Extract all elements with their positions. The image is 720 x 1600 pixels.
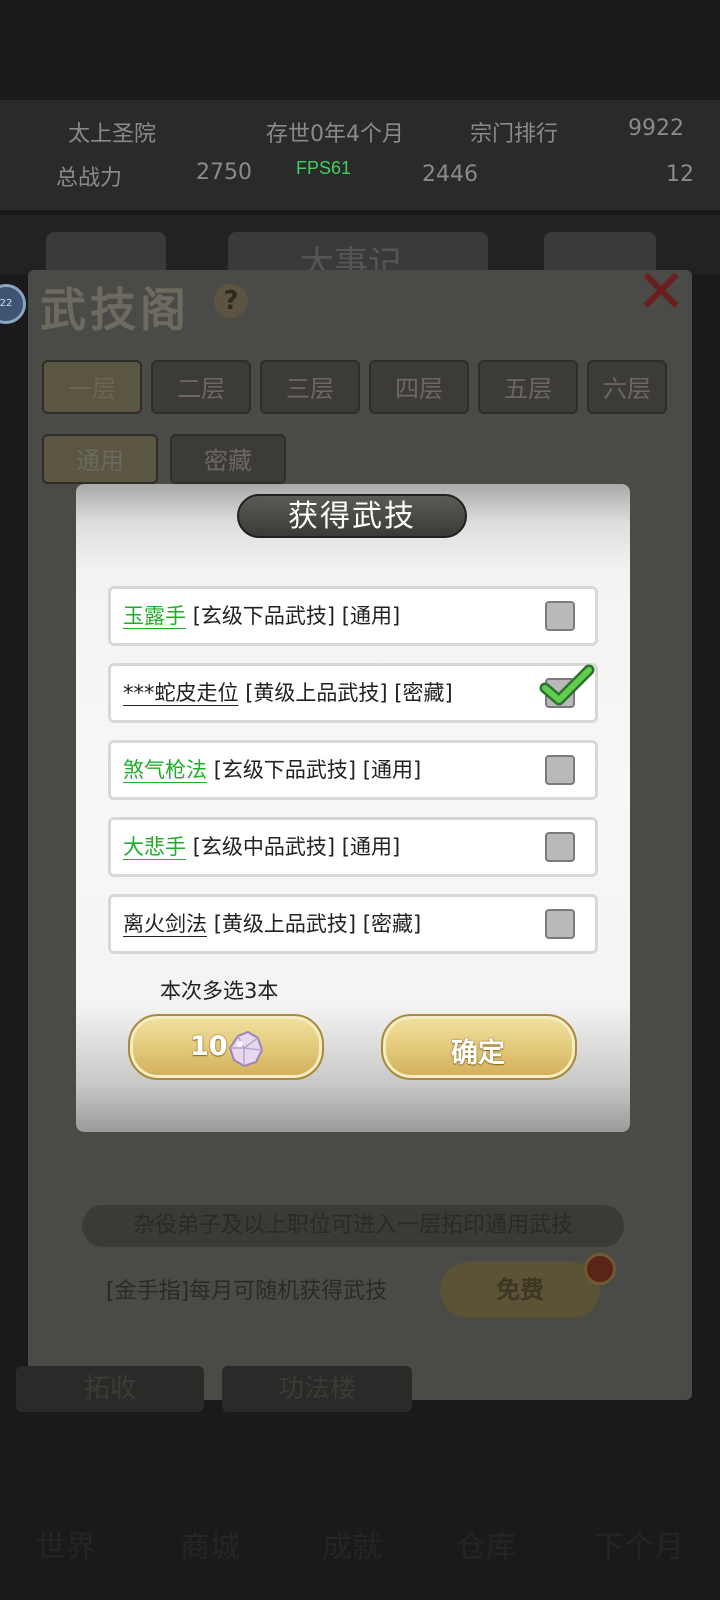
resource-value: 2446 (422, 162, 478, 187)
power-value: 2750 (196, 160, 252, 185)
spirit-stone-icon (228, 1030, 264, 1068)
nav-shop[interactable]: 商城 (180, 1522, 240, 1566)
technique-name: ***蛇皮走位 (123, 681, 239, 705)
sect-rank-label[interactable]: 宗门排行 (470, 116, 558, 148)
dialog-title: 获得武技 (237, 494, 467, 538)
technique-name: 离火剑法 (123, 912, 207, 936)
tab-floor-6[interactable]: 六层 (587, 360, 667, 414)
sect-name: 太上圣院 (68, 122, 157, 147)
technique-detail: [黄级上品武技] [密藏] (245, 681, 453, 705)
checkbox[interactable] (545, 909, 575, 939)
tab-general[interactable]: 通用 (42, 434, 158, 484)
tab-floor-3[interactable]: 三层 (260, 360, 360, 414)
fps-counter: FPS61 (296, 158, 352, 178)
cost-value: 10 (190, 1031, 228, 1062)
technique-row[interactable]: 大悲手 [玄级中品武技] [通用] (108, 817, 598, 877)
nav-warehouse[interactable]: 仓库 (456, 1522, 516, 1566)
nav-next-month[interactable]: 下个月 (594, 1522, 684, 1566)
technique-row[interactable]: ***蛇皮走位 [黄级上品武技] [密藏] (108, 663, 598, 723)
technique-name: 煞气枪法 (123, 758, 207, 782)
free-button[interactable]: 免费 (440, 1262, 600, 1318)
close-icon[interactable]: ✕ (636, 262, 686, 322)
access-hint: 杂役弟子及以上职位可进入一层拓印通用武技 (82, 1205, 624, 1247)
tab-floor-1[interactable]: 一层 (42, 360, 142, 414)
checkbox[interactable] (545, 755, 575, 785)
technique-row[interactable]: 离火剑法 [黄级上品武技] [密藏] (108, 894, 598, 954)
technique-tower-button[interactable]: 功法楼 (222, 1366, 412, 1412)
nav-achievements[interactable]: 成就 (322, 1522, 382, 1566)
tab-floor-5[interactable]: 五层 (478, 360, 578, 414)
technique-detail: [玄级下品武技] [通用] (192, 604, 401, 628)
checkbox[interactable] (545, 601, 575, 631)
help-icon[interactable]: ? (214, 284, 248, 318)
stats-panel: 太上圣院 存世0年4个月 宗门排行 9922 总战力 2750 2446 12 (0, 100, 720, 210)
technique-name: 玉露手 (123, 604, 186, 628)
confirm-label: 确定 (451, 1038, 505, 1069)
technique-name: 大悲手 (123, 835, 186, 859)
technique-row[interactable]: 煞气枪法 [玄级下品武技] [通用] (108, 740, 598, 800)
tab-floor-4[interactable]: 四层 (369, 360, 469, 414)
notification-dot (584, 1253, 616, 1285)
power-label: 总战力 (56, 166, 123, 191)
collect-button[interactable]: 拓收 (16, 1366, 204, 1412)
tab-secret[interactable]: 密藏 (170, 434, 286, 484)
checkmark-icon (539, 664, 595, 706)
multi-select-label: 本次多选3本 (160, 979, 279, 1003)
tab-floor-2[interactable]: 二层 (151, 360, 251, 414)
pavilion-title: 武技阁 (40, 283, 190, 337)
technique-detail: [黄级上品武技] [密藏] (213, 912, 422, 936)
gold-finger-text: [金手指]每月可随机获得武技 (106, 1279, 388, 1304)
technique-detail: [玄级下品武技] [通用] (213, 758, 422, 782)
sect-rank-value: 9922 (628, 116, 684, 141)
resource-count: 12 (666, 162, 694, 187)
checkbox[interactable] (545, 832, 575, 862)
nav-world[interactable]: 世界 (36, 1522, 96, 1566)
technique-detail: [玄级中品武技] [通用] (192, 835, 401, 859)
technique-row[interactable]: 玉露手 [玄级下品武技] [通用] (108, 586, 598, 646)
sect-age: 存世0年4个月 (266, 122, 404, 147)
avatar[interactable]: 22 (0, 284, 26, 324)
